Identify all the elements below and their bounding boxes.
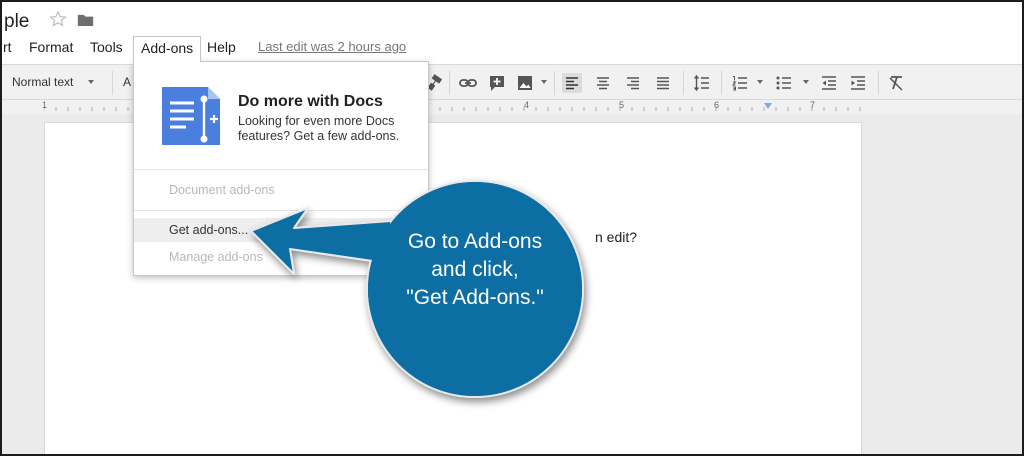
menu-bar: rt Format Tools Add-ons Help Last edit w… (2, 36, 1022, 62)
chevron-down-icon (88, 80, 94, 84)
folder-icon[interactable] (77, 13, 94, 27)
font-select[interactable]: A (123, 75, 131, 89)
menu-divider (134, 169, 428, 170)
ruler-number: 1 (42, 100, 48, 110)
link-icon[interactable] (458, 73, 478, 93)
document-addons-section: Document add-ons (169, 183, 275, 197)
line-spacing-icon[interactable] (692, 73, 712, 93)
addons-promo-description: Looking for even more Docs features? Get… (238, 114, 400, 143)
callout-line: Go to Add-ons (407, 230, 543, 253)
menu-format[interactable]: Format (29, 39, 73, 55)
increase-indent-icon[interactable] (848, 73, 868, 93)
toolbar-divider (878, 71, 879, 95)
last-edit-link[interactable]: Last edit was 2 hours ago (258, 39, 406, 54)
bulleted-list-icon[interactable] (774, 73, 794, 93)
chevron-down-icon[interactable] (541, 80, 547, 84)
ruler-number: 5 (619, 100, 625, 110)
callout-line: and click, (431, 258, 519, 281)
docs-addon-icon (162, 87, 220, 145)
toolbar-divider (449, 71, 450, 95)
menu-help[interactable]: Help (207, 39, 236, 55)
clear-formatting-icon[interactable] (886, 73, 906, 93)
callout-text: Go to Add-ons and click, "Get Add-ons." (364, 228, 586, 312)
toolbar-divider (554, 71, 555, 95)
document-title[interactable]: ple (4, 11, 29, 33)
ruler-number: 7 (810, 100, 816, 110)
ruler-number: 4 (524, 100, 530, 110)
style-select[interactable]: Normal text (12, 75, 73, 89)
toolbar-divider (683, 71, 684, 95)
star-outline-icon[interactable] (49, 10, 67, 28)
menu-insert[interactable]: rt (3, 39, 12, 55)
ruler-number: 6 (714, 100, 720, 110)
document-text[interactable]: n edit? (595, 229, 637, 245)
chevron-down-icon[interactable] (803, 80, 809, 84)
callout-line: "Get Add-ons." (406, 286, 544, 309)
align-justify-icon[interactable] (653, 73, 673, 93)
decrease-indent-icon[interactable] (819, 73, 839, 93)
toolbar-divider (112, 71, 113, 95)
title-row: ple (2, 2, 1022, 36)
indent-marker-icon (764, 103, 772, 109)
menu-tools[interactable]: Tools (90, 39, 123, 55)
toolbar-divider (721, 71, 722, 95)
image-icon[interactable] (515, 73, 535, 93)
chevron-down-icon[interactable] (757, 80, 763, 84)
align-right-icon[interactable] (623, 73, 643, 93)
addons-promo-title: Do more with Docs (238, 93, 383, 110)
numbered-list-icon[interactable] (730, 73, 750, 93)
align-left-icon[interactable] (562, 73, 582, 93)
menu-addons[interactable]: Add-ons (133, 36, 202, 62)
screenshot-frame: ple rt Format Tools Add-ons Help Last ed… (0, 0, 1024, 456)
align-center-icon[interactable] (593, 73, 613, 93)
menu-divider (134, 210, 428, 211)
comment-icon[interactable] (487, 73, 507, 93)
